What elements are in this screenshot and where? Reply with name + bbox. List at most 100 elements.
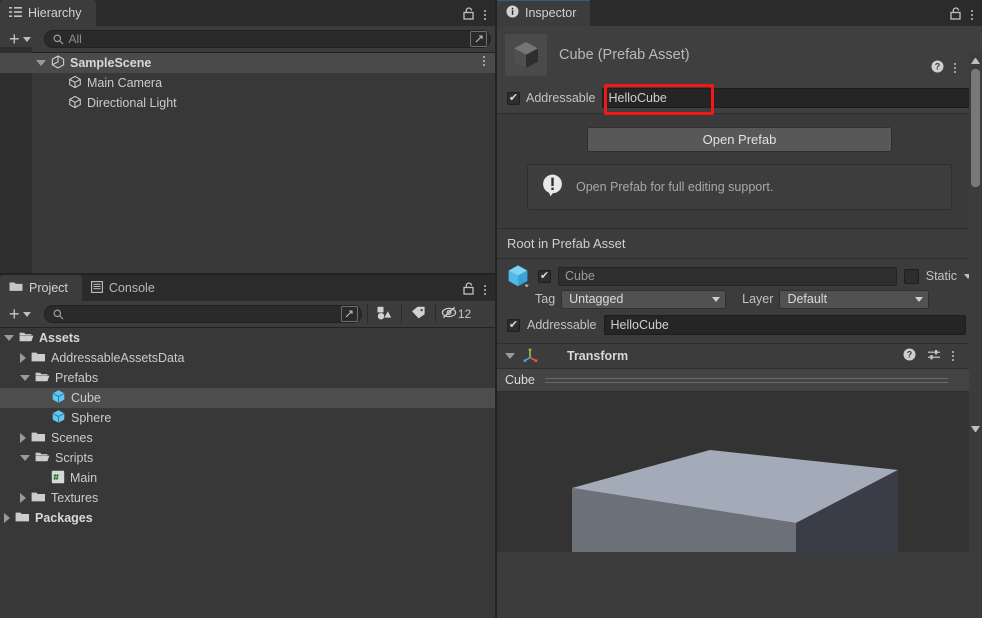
project-item-prefabs[interactable]: Prefabs xyxy=(0,368,495,388)
tab-inspector[interactable]: Inspector xyxy=(497,0,591,26)
prefab-help-message: Open Prefab for full editing support. xyxy=(576,180,774,194)
layer-dropdown[interactable]: Default xyxy=(779,289,930,309)
gameobject-addressable-input[interactable]: HelloCube xyxy=(603,315,966,335)
project-add-button[interactable]: + xyxy=(4,304,36,324)
project-item-scenes[interactable]: Scenes xyxy=(0,428,495,448)
help-icon[interactable]: ? xyxy=(903,348,916,364)
project-filter-buttons: 12 xyxy=(366,304,477,324)
lock-icon[interactable] xyxy=(463,7,475,23)
component-menu-icon[interactable] xyxy=(952,351,954,361)
project-menu-icon[interactable] xyxy=(484,285,486,295)
hierarchy-item-label: Main Camera xyxy=(87,76,163,90)
search-picker-icon[interactable] xyxy=(470,31,487,47)
chevron-down-icon xyxy=(22,36,31,42)
hierarchy-item-samplescene[interactable]: SampleScene xyxy=(0,53,495,73)
addressable-address-input[interactable]: HelloCube xyxy=(601,88,972,108)
tab-project[interactable]: Project xyxy=(0,275,82,301)
folder-icon xyxy=(31,491,46,506)
hierarchy-add-button[interactable]: + xyxy=(4,29,36,49)
addressable-checkbox[interactable] xyxy=(507,91,520,105)
prefab-icon[interactable] xyxy=(505,263,531,289)
gameobject-enabled-checkbox[interactable] xyxy=(538,269,551,283)
component-title: Transform xyxy=(567,349,629,363)
project-item-textures[interactable]: Textures xyxy=(0,488,495,508)
project-search-input[interactable] xyxy=(43,305,362,323)
project-item-packages[interactable]: Packages xyxy=(0,508,495,528)
gameobject-addressable-checkbox[interactable] xyxy=(507,318,520,332)
chevron-down-icon[interactable] xyxy=(4,335,14,341)
inspector-panel: Inspector Cube (Prefab Asset) ? ✔ Addres… xyxy=(497,0,982,618)
preset-icon[interactable] xyxy=(927,348,941,364)
chevron-down-icon xyxy=(712,296,721,302)
project-item-cube[interactable]: Cube xyxy=(0,388,495,408)
hierarchy-item-label: Directional Light xyxy=(87,96,177,110)
preview-divider xyxy=(544,377,949,384)
tab-project-label: Project xyxy=(29,281,68,295)
project-item-assets[interactable]: Assets xyxy=(0,328,495,348)
hierarchy-search-input[interactable]: All xyxy=(43,30,491,48)
open-prefab-button[interactable]: Open Prefab xyxy=(587,127,892,152)
chevron-right-icon[interactable] xyxy=(4,513,10,523)
chevron-down-icon xyxy=(22,311,31,317)
type-filter-button[interactable] xyxy=(366,304,401,324)
scrollbar-thumb[interactable] xyxy=(971,69,980,187)
project-item-label: Scenes xyxy=(51,431,93,445)
tag-dropdown[interactable]: Untagged xyxy=(561,289,727,309)
hierarchy-item-label: SampleScene xyxy=(70,56,152,70)
project-item-sphere[interactable]: Sphere xyxy=(0,408,495,428)
tag-value: Untagged xyxy=(569,292,624,306)
tab-inspector-label: Inspector xyxy=(525,6,577,20)
warning-icon xyxy=(540,173,565,201)
scroll-down-arrow-icon[interactable] xyxy=(971,426,980,435)
search-picker-icon[interactable] xyxy=(340,306,358,322)
gameobject-addressable-row: Addressable HelloCube xyxy=(505,311,972,336)
component-header-transform: Transform ? xyxy=(497,343,982,369)
scene-menu-icon[interactable] xyxy=(483,56,485,66)
gameobject-name-row: Cube Static xyxy=(505,263,972,289)
inspector-scrollbar[interactable] xyxy=(969,52,982,618)
chevron-down-icon[interactable] xyxy=(505,353,515,359)
tab-hierarchy[interactable]: Hierarchy xyxy=(0,0,96,26)
hidden-items-button[interactable]: 12 xyxy=(434,304,477,324)
static-checkbox[interactable] xyxy=(903,268,919,284)
chevron-down-icon[interactable] xyxy=(36,60,46,66)
project-item-label: AddressableAssetsData xyxy=(51,351,185,365)
folder-icon xyxy=(31,431,46,446)
root-in-prefab-asset-label: Root in Prefab Asset xyxy=(497,228,982,259)
lock-icon[interactable] xyxy=(950,7,962,23)
chevron-right-icon[interactable] xyxy=(20,353,26,363)
gameobject-tag-layer-row: Tag Untagged Layer Default xyxy=(505,287,972,311)
prefab-actions-section: Open Prefab Open Prefab for full editing… xyxy=(497,113,982,228)
scene-icon xyxy=(51,54,65,72)
gameobject-name-input[interactable]: Cube xyxy=(558,266,897,286)
help-icon[interactable]: ? xyxy=(931,60,944,76)
project-tabbar: Project Console xyxy=(0,275,495,301)
hierarchy-menu-icon[interactable] xyxy=(484,10,486,20)
inspector-menu-icon[interactable] xyxy=(971,10,973,20)
scroll-up-arrow-icon[interactable] xyxy=(971,55,980,64)
hierarchy-item-main-camera[interactable]: Main Camera xyxy=(0,73,495,93)
inspector-asset-menu-icon[interactable] xyxy=(954,63,956,73)
lock-icon[interactable] xyxy=(463,282,475,298)
gameobject-icon xyxy=(68,75,82,92)
project-item-scripts[interactable]: Scripts xyxy=(0,448,495,468)
hierarchy-tabbar: Hierarchy xyxy=(0,0,495,26)
tab-console[interactable]: Console xyxy=(82,275,169,301)
chevron-right-icon[interactable] xyxy=(20,493,26,503)
preview-viewport[interactable] xyxy=(497,392,982,552)
prefab-help-box: Open Prefab for full editing support. xyxy=(527,164,952,210)
preview-name-label: Cube xyxy=(505,373,535,387)
project-item-main[interactable]: Main xyxy=(0,468,495,488)
project-item-label: Cube xyxy=(71,391,101,405)
chevron-right-icon[interactable] xyxy=(20,433,26,443)
label-filter-button[interactable] xyxy=(400,304,435,324)
chevron-down-icon[interactable] xyxy=(20,375,30,381)
folder-icon xyxy=(31,351,46,366)
project-item-label: Prefabs xyxy=(55,371,99,385)
plus-icon: + xyxy=(9,29,20,49)
chevron-down-icon[interactable] xyxy=(20,455,30,461)
hierarchy-toolbar: + All xyxy=(0,26,495,53)
project-item-addressableassetsdata[interactable]: AddressableAssetsData xyxy=(0,348,495,368)
hierarchy-item-directional-light[interactable]: Directional Light xyxy=(0,93,495,113)
project-item-label: Sphere xyxy=(71,411,112,425)
